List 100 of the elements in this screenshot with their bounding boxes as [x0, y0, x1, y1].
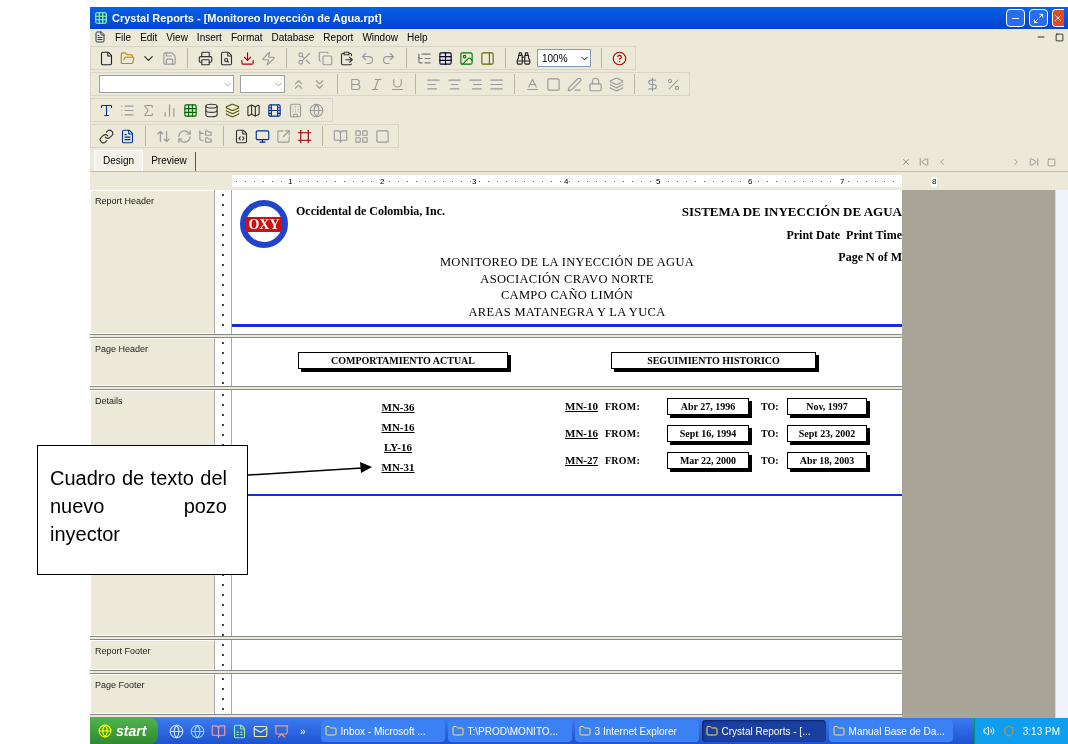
panel-icon[interactable]	[480, 50, 495, 66]
redo-icon[interactable]	[381, 50, 396, 66]
frame-icon[interactable]	[297, 128, 312, 144]
date-field: Mar 22, 2000	[667, 452, 749, 469]
shield-icon[interactable]	[1002, 725, 1015, 737]
italic-icon[interactable]	[369, 76, 384, 92]
underline-icon[interactable]	[390, 76, 405, 92]
close-icon[interactable]	[901, 157, 911, 167]
mail-icon[interactable]	[253, 723, 268, 739]
minimize-button[interactable]	[1006, 9, 1025, 27]
taskbar-button[interactable]: Manual Base de Da...	[828, 720, 953, 742]
text-object-icon[interactable]	[99, 102, 114, 118]
book-icon[interactable]	[211, 723, 226, 739]
previous-page-icon[interactable]	[937, 157, 947, 167]
menu-item[interactable]: Help	[406, 29, 428, 45]
scrollbar[interactable]	[1055, 190, 1068, 718]
paste-icon[interactable]	[339, 50, 354, 66]
border-icon[interactable]	[546, 76, 561, 92]
layers-icon[interactable]	[225, 102, 240, 118]
align-left-icon[interactable]	[426, 76, 441, 92]
sort-icon[interactable]	[156, 128, 171, 144]
first-page-icon[interactable]	[919, 157, 929, 167]
currency-icon[interactable]	[645, 76, 660, 92]
bar-icon[interactable]	[162, 102, 177, 118]
folder-tree-icon[interactable]	[198, 128, 213, 144]
chevron[interactable]: »	[300, 723, 306, 739]
taskbar-button[interactable]: Crystal Reports - [...	[701, 720, 826, 742]
taskbar-button[interactable]: 3 Internet Explorer	[574, 720, 699, 742]
taskbar-button[interactable]: Inbox - Microsoft ...	[320, 720, 445, 742]
undo-icon[interactable]	[360, 50, 375, 66]
table-icon[interactable]	[438, 50, 453, 66]
date-field: Nov, 1997	[787, 398, 867, 415]
grid-icon[interactable]	[354, 128, 369, 144]
square-icon[interactable]	[375, 128, 390, 144]
image-icon[interactable]	[459, 50, 474, 66]
zoom-dropdown[interactable]: 100%	[537, 49, 591, 67]
menu-item[interactable]: View	[166, 29, 188, 45]
browser-icon[interactable]	[190, 723, 205, 739]
folder-icon	[324, 725, 337, 737]
map-icon[interactable]	[246, 102, 261, 118]
copy-icon[interactable]	[318, 50, 333, 66]
folder-icon	[578, 725, 591, 737]
refresh-icon[interactable]	[177, 128, 192, 144]
presentation-icon[interactable]	[274, 723, 289, 739]
folder-icon[interactable]	[120, 50, 135, 66]
print-preview-icon[interactable]	[219, 50, 234, 66]
spreadsheet-icon[interactable]	[232, 723, 247, 739]
book-icon[interactable]	[333, 128, 348, 144]
cross-tab-icon[interactable]	[183, 102, 198, 118]
menu-item[interactable]: Insert	[196, 29, 222, 45]
monitor-icon[interactable]	[255, 128, 270, 144]
printer-icon[interactable]	[198, 50, 213, 66]
maximize-button[interactable]	[1029, 9, 1048, 27]
tab[interactable]: Preview	[143, 152, 196, 171]
menu-item[interactable]: Window	[362, 29, 398, 45]
building-icon[interactable]	[288, 102, 303, 118]
tree-icon[interactable]	[417, 50, 432, 66]
file-code-icon[interactable]	[234, 128, 249, 144]
section-label: Report Footer	[90, 640, 215, 670]
close-button[interactable]	[1052, 9, 1064, 27]
text-icon[interactable]	[120, 128, 135, 144]
save-icon[interactable]	[162, 50, 177, 66]
align-right-icon[interactable]	[468, 76, 483, 92]
page-number-field: Page N of M	[838, 247, 902, 266]
binoculars-icon[interactable]	[516, 50, 531, 66]
stop-icon[interactable]	[1047, 157, 1056, 167]
new-file-icon[interactable]	[99, 50, 114, 66]
menu-item[interactable]: Edit	[140, 29, 158, 45]
help-icon[interactable]	[612, 50, 627, 66]
menu-item[interactable]: Database	[271, 29, 315, 45]
bold-icon[interactable]	[348, 76, 363, 92]
popout-icon[interactable]	[276, 128, 291, 144]
menu-item[interactable]: Format	[230, 29, 263, 45]
list-icon[interactable]	[120, 102, 135, 118]
sigma-icon[interactable]	[141, 102, 156, 118]
align-center-icon[interactable]	[447, 76, 462, 92]
font-dropdown[interactable]	[99, 75, 234, 93]
font-size-dropdown[interactable]	[240, 75, 285, 93]
film-icon[interactable]	[267, 102, 282, 118]
speaker-icon[interactable]	[982, 725, 995, 737]
lock-icon[interactable]	[588, 76, 603, 92]
database-icon[interactable]	[204, 102, 219, 118]
percent-icon[interactable]	[666, 76, 681, 92]
export-icon[interactable]	[240, 50, 255, 66]
align-justify-icon[interactable]	[489, 76, 504, 92]
mdi-restore-icon[interactable]	[1055, 32, 1064, 42]
tab[interactable]: Design	[94, 150, 144, 171]
document-icon[interactable]	[94, 31, 106, 43]
next-page-icon[interactable]	[1011, 157, 1021, 167]
link-icon[interactable]	[99, 128, 114, 144]
pen-icon[interactable]	[567, 76, 582, 92]
last-page-icon[interactable]	[1029, 157, 1039, 167]
globe-icon[interactable]	[309, 102, 324, 118]
cut-icon[interactable]	[297, 50, 312, 66]
font-color-icon[interactable]	[525, 76, 540, 92]
system-title: SISTEMA DE INYECCIÓN DE AGUA	[681, 203, 902, 221]
menu-item[interactable]: File	[115, 29, 132, 45]
lightning-icon[interactable]	[261, 50, 276, 66]
menu-item[interactable]: Report	[323, 29, 354, 45]
taskbar-button[interactable]: T:\PROD\MONITO...	[447, 720, 572, 742]
